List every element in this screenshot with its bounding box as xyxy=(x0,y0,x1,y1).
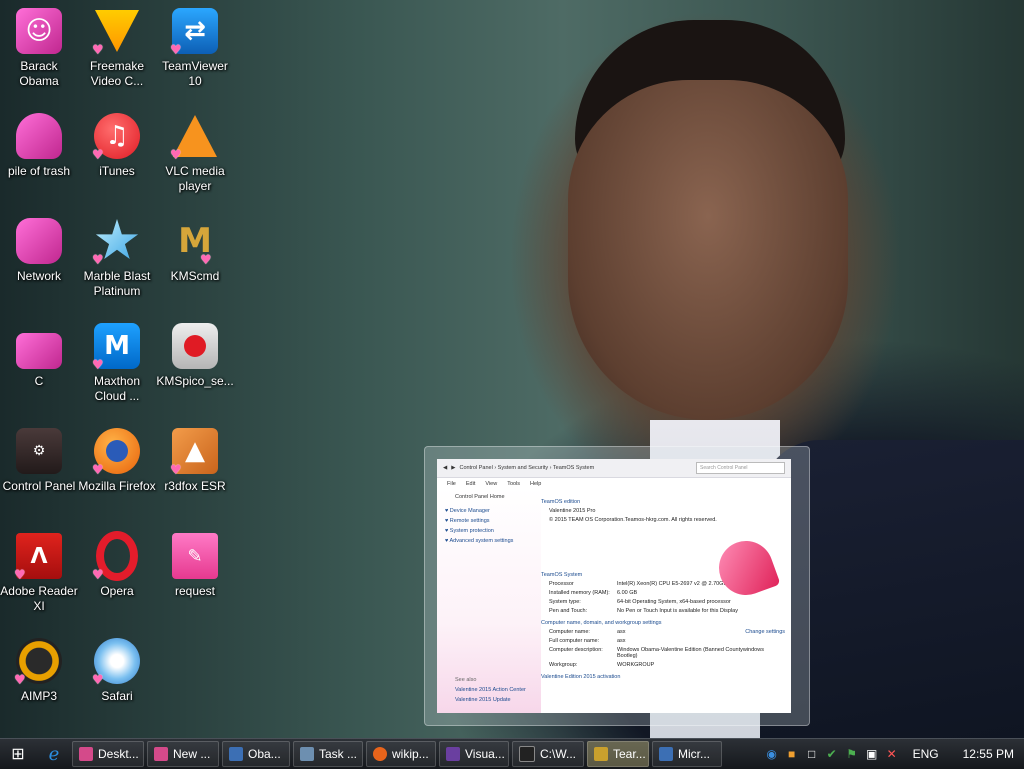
itunes-icon: ♫ ♥ xyxy=(92,113,140,163)
wallpaper-portrait xyxy=(568,80,848,420)
firefox-icon: ♥ xyxy=(92,428,140,478)
internet-explorer-icon: ℯ xyxy=(48,743,60,764)
clock[interactable]: 12:55 PM xyxy=(963,747,1014,761)
control-panel-sidebar: Control Panel Home ♥ Device Manager ♥ Re… xyxy=(437,488,541,713)
desktop-icon-kmscmd[interactable]: M ♥ KMScmd xyxy=(156,218,234,284)
desktop-icon-kmspico[interactable]: KMSpico_se... xyxy=(156,323,234,389)
maxthon-icon: M ♥ xyxy=(92,323,140,373)
desktop-icon-r3dfox[interactable]: ▲ ♥ r3dfox ESR xyxy=(156,428,234,494)
recycle-bin-icon xyxy=(16,113,62,159)
globe-icon[interactable]: ◉ xyxy=(765,747,779,761)
task-manager-icon xyxy=(300,747,314,761)
desktop-icon-maxthon[interactable]: M ♥ Maxthon Cloud ... xyxy=(78,323,156,404)
desktop-icon-aimp[interactable]: ♥ AIMP3 xyxy=(0,638,78,704)
vlc-icon: ♥ xyxy=(170,113,218,163)
network-tray-icon[interactable]: ▣ xyxy=(865,747,879,761)
language-indicator[interactable]: ENG xyxy=(913,747,939,761)
teamviewer-icon: ⇄ ♥ xyxy=(170,8,218,58)
breadcrumb: Control Panel › System and Security › Te… xyxy=(459,465,595,471)
pinned-internet-explorer[interactable]: ℯ xyxy=(36,744,72,765)
desktop-icon-drive-c[interactable]: C xyxy=(0,323,78,389)
notebook-icon: ✎ xyxy=(172,533,218,579)
desktop-icon-request[interactable]: ✎ request xyxy=(156,533,234,599)
r3dfox-icon: ▲ ♥ xyxy=(170,428,218,478)
taskbar-item-visual[interactable]: Visua... xyxy=(439,741,509,767)
adobe-reader-icon: ᐱ ♥ xyxy=(14,533,62,583)
control-panel-content: TeamOS edition Valentine 2015 Pro © 2015… xyxy=(541,499,785,680)
control-panel-icon: ⚙ xyxy=(16,428,62,474)
taskbar-item-task-manager[interactable]: Task ... xyxy=(293,741,363,767)
kmspico-icon xyxy=(172,323,218,369)
visual-studio-icon xyxy=(446,747,460,761)
taskbar-item-cmd[interactable]: C:\W... xyxy=(512,741,584,767)
taskbar-item-obama[interactable]: Oba... xyxy=(222,741,290,767)
window-tray-icon[interactable]: □ xyxy=(805,747,819,761)
volume-muted-icon[interactable]: ✕ xyxy=(885,747,899,761)
desktop-icon-barack-obama[interactable]: ☺ Barack Obama xyxy=(0,8,78,89)
start-button[interactable]: ⊞ xyxy=(0,739,36,769)
aimp-icon: ♥ xyxy=(14,638,62,688)
change-settings-link: Change settings xyxy=(745,629,785,635)
barack-obama-icon: ☺ xyxy=(16,8,62,54)
desktop-icon-freemake[interactable]: ♥ Freemake Video C... xyxy=(78,8,156,89)
desktop-icon-safari[interactable]: ♥ Safari xyxy=(78,638,156,704)
desktop-icon-control-panel[interactable]: ⚙ Control Panel xyxy=(0,428,78,494)
taskbar-item-wikipedia[interactable]: wikip... xyxy=(366,741,436,767)
image-viewer-icon xyxy=(229,747,243,761)
desktop-icon-marble-blast[interactable]: ♥ Marble Blast Platinum xyxy=(78,218,156,299)
taskbar-item-desktop[interactable]: Deskt... xyxy=(72,741,144,767)
desktop-icon-opera[interactable]: ♥ Opera xyxy=(78,531,156,599)
firefox-icon xyxy=(373,747,387,761)
desktop-icon-pile-of-trash[interactable]: pile of trash xyxy=(0,113,78,179)
shield-icon[interactable]: ✔ xyxy=(825,747,839,761)
taskbar-item-tear[interactable]: Tear... xyxy=(587,741,649,767)
folder-icon xyxy=(154,747,168,761)
network-icon xyxy=(16,218,62,264)
freemake-icon: ♥ xyxy=(92,8,140,58)
opera-icon: ♥ xyxy=(92,531,140,583)
back-icon: ◀ xyxy=(443,465,448,471)
forward-icon: ▶ xyxy=(451,465,456,471)
drive-c-icon xyxy=(16,333,62,369)
marble-blast-icon: ♥ xyxy=(92,218,140,268)
command-prompt-icon xyxy=(519,746,535,762)
control-panel-address-bar: ◀ ▶ Control Panel › System and Security … xyxy=(437,459,791,478)
flag-icon[interactable]: ⚑ xyxy=(845,747,859,761)
taskbar-item-new[interactable]: New ... xyxy=(147,741,219,767)
taskbar: ⊞ ℯ Deskt... New ... Oba... Task ... wik… xyxy=(0,738,1024,769)
windows-logo-icon: ⊞ xyxy=(11,746,25,763)
kmscmd-icon: M ♥ xyxy=(178,221,212,268)
taskbar-item-microsoft[interactable]: Micr... xyxy=(652,741,722,767)
desktop-icon-vlc[interactable]: ♥ VLC media player xyxy=(156,113,234,194)
desktop-icon-adobe-reader[interactable]: ᐱ ♥ Adobe Reader XI xyxy=(0,533,78,614)
microsoft-app-icon xyxy=(659,747,673,761)
folder-icon xyxy=(79,747,93,761)
desktop-icon-firefox[interactable]: ♥ Mozilla Firefox xyxy=(78,428,156,494)
tear-app-icon xyxy=(594,747,608,761)
desktop-icon-network[interactable]: Network xyxy=(0,218,78,284)
desktop-icon-teamviewer[interactable]: ⇄ ♥ TeamViewer 10 xyxy=(156,8,234,89)
safari-icon: ♥ xyxy=(92,638,140,688)
search-input: Search Control Panel xyxy=(696,462,785,474)
system-tray: ◉ ■ □ ✔ ⚑ ▣ ✕ ENG 12:55 PM xyxy=(765,747,1024,761)
control-panel-preview[interactable]: ◀ ▶ Control Panel › System and Security … xyxy=(437,459,791,713)
desktop-icon-itunes[interactable]: ♫ ♥ iTunes xyxy=(78,113,156,179)
app-tray-icon[interactable]: ■ xyxy=(785,747,799,761)
